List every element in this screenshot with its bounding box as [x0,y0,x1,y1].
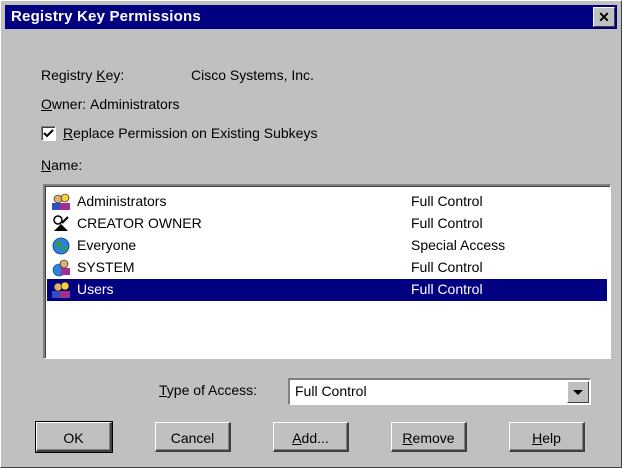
checkmark-icon [43,129,54,138]
principal-name: SYSTEM [77,259,135,275]
list-item-everyone[interactable]: Everyone Special Access [47,235,607,257]
globe-icon [52,237,70,255]
close-button[interactable]: ✕ [593,7,615,27]
owner-label: Owner: Administrators [41,96,180,112]
registry-key-label: Registry Key: [41,67,125,83]
list-item-system[interactable]: SYSTEM Full Control [47,257,607,279]
access-level: Full Control [411,215,483,231]
dropdown-arrow-icon[interactable] [567,381,589,403]
permissions-list[interactable]: Administrators Full Control CREATOR OWNE… [43,184,611,359]
registry-permissions-dialog: Registry Key Permissions ✕ Registry Key:… [0,0,622,468]
list-item-creator-owner[interactable]: CREATOR OWNER Full Control [47,213,607,235]
principal-name: Users [77,281,114,297]
replace-subkeys-label[interactable]: Replace Permission on Existing Subkeys [63,125,317,141]
name-label: Name: [41,157,83,173]
registry-key-value: Cisco Systems, Inc. [191,67,314,83]
access-level: Full Control [411,281,483,297]
ok-button[interactable]: OK [35,421,113,453]
help-button[interactable]: Help [509,422,585,452]
principal-name: Everyone [77,237,137,253]
access-level: Full Control [411,193,483,209]
type-of-access-select[interactable]: Full Control [288,378,591,405]
title-bar[interactable]: Registry Key Permissions ✕ [5,5,617,29]
access-level: Full Control [411,259,483,275]
principal-name: Administrators [77,193,167,209]
add-button[interactable]: Add... [273,422,349,452]
type-of-access-label: Type of Access: [159,382,258,398]
principal-name: CREATOR OWNER [77,215,202,231]
system-group-icon [52,259,70,277]
remove-button[interactable]: Remove [391,422,467,452]
list-item-users[interactable]: Users Full Control [47,279,607,301]
creator-owner-icon [53,215,69,231]
owner-value: Administrators [90,96,180,112]
type-of-access-value: Full Control [295,383,367,399]
close-icon: ✕ [598,9,610,25]
replace-subkeys-checkbox[interactable] [41,126,56,141]
group-icon [52,193,70,210]
access-level: Special Access [411,237,506,253]
dialog-title: Registry Key Permissions [11,8,201,25]
group-icon [52,281,70,298]
cancel-button[interactable]: Cancel [155,422,231,452]
list-item-administrators[interactable]: Administrators Full Control [47,191,607,213]
